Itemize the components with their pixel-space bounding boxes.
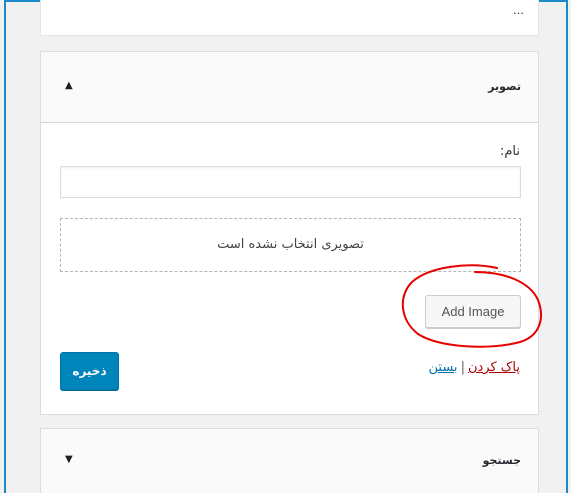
image-preview-placeholder: تصویری انتخاب نشده است xyxy=(60,218,521,272)
link-separator: | xyxy=(460,360,465,375)
previous-widget: … xyxy=(40,0,539,36)
widget-control-links: پاک کردن|بستن xyxy=(429,360,520,375)
frame-left-border xyxy=(4,0,6,493)
save-button[interactable]: ذخیره xyxy=(60,352,119,390)
expand-arrow-icon[interactable]: ▼ xyxy=(65,454,73,465)
previous-widget-glyph: … xyxy=(513,4,524,17)
name-label: نام: xyxy=(499,144,520,159)
no-image-text: تصویری انتخاب نشده است xyxy=(217,237,364,252)
name-input[interactable] xyxy=(60,166,521,198)
add-image-button[interactable]: Add Image xyxy=(425,295,521,328)
search-widget[interactable]: ▼ جستجو xyxy=(40,428,539,493)
frame-right-border xyxy=(566,0,568,493)
image-widget-title: تصویر xyxy=(488,80,521,93)
search-widget-title: جستجو xyxy=(482,454,521,467)
collapse-arrow-icon[interactable]: ▲ xyxy=(65,80,73,91)
close-link[interactable]: بستن xyxy=(429,360,458,375)
image-widget-header[interactable]: ▲ تصویر xyxy=(41,52,538,123)
delete-link[interactable]: پاک کردن xyxy=(468,360,520,375)
image-widget: ▲ تصویر نام: تصویری انتخاب نشده است Add … xyxy=(40,51,539,415)
